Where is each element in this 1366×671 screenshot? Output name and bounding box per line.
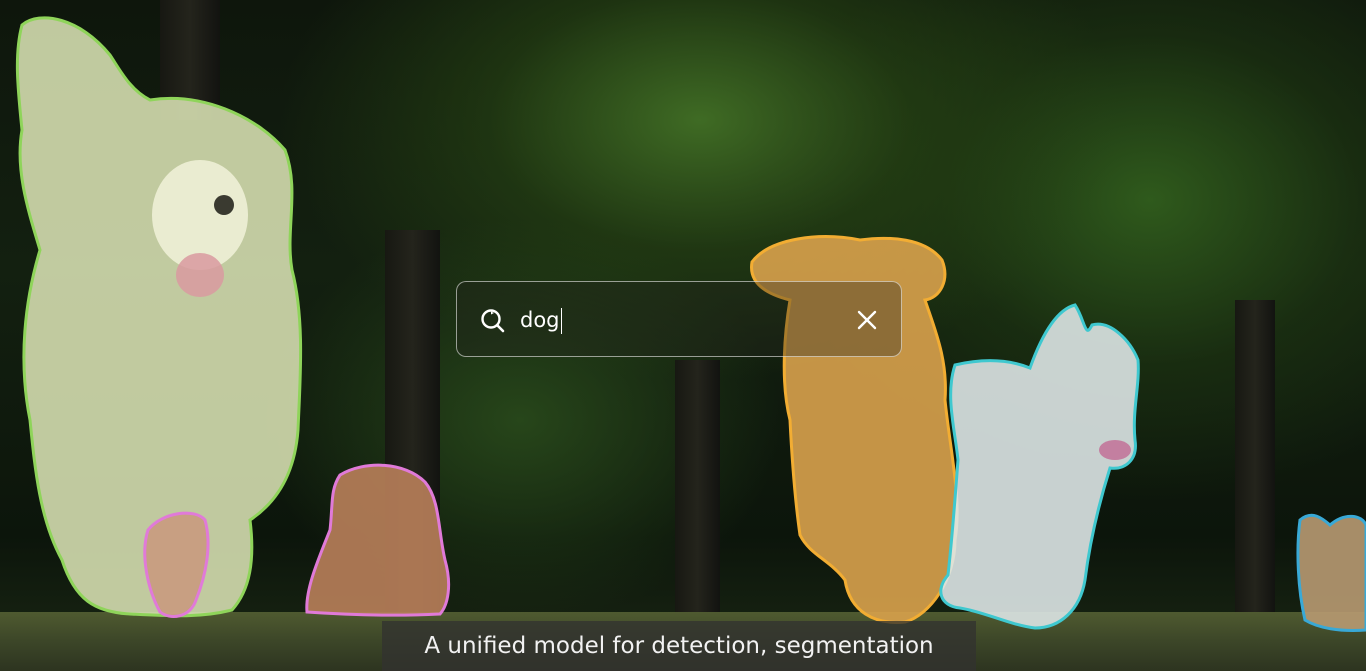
dog-mask-6 <box>1296 513 1366 632</box>
dog-mask-3 <box>305 463 451 617</box>
dog-mask-5 <box>939 303 1140 630</box>
search-input[interactable]: dog <box>520 303 563 337</box>
video-frame: dog A unified model for detection, segme… <box>0 0 1366 671</box>
search-refresh-icon <box>481 309 505 333</box>
prompt-search-box[interactable]: dog <box>456 281 902 357</box>
dog-tongue-5 <box>1099 440 1131 460</box>
search-query-text: dog <box>520 308 560 332</box>
dog-nose-1 <box>214 195 234 215</box>
dog-tongue-1 <box>176 253 224 297</box>
video-caption: A unified model for detection, segmentat… <box>382 621 976 671</box>
close-icon[interactable] <box>855 308 879 332</box>
text-caret <box>560 308 563 334</box>
